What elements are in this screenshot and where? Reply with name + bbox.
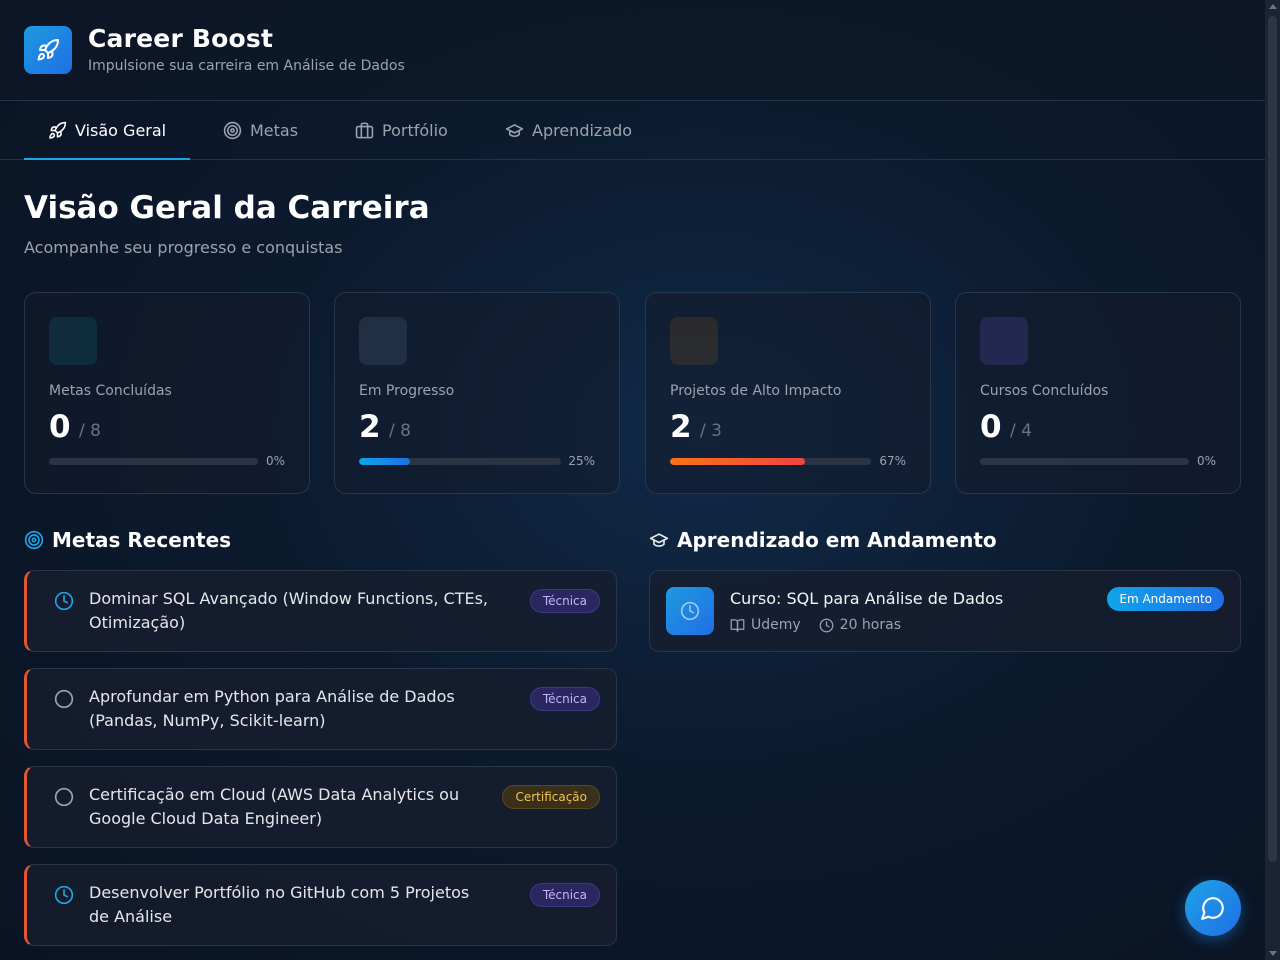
app-subtitle: Impulsione sua carreira em Análise de Da… <box>88 58 405 74</box>
stat-icon <box>359 317 407 365</box>
stat-percent: 25% <box>568 454 595 468</box>
goal-item[interactable]: Desenvolver Portfólio no GitHub com 5 Pr… <box>24 864 617 946</box>
tab-bar: Visão Geral Metas Portfólio Aprendizado <box>0 101 1265 160</box>
progress-bar <box>359 458 561 465</box>
stat-percent: 67% <box>879 454 906 468</box>
course-meta: Udemy 20 horas <box>730 617 901 633</box>
stat-total: / 8 <box>389 421 411 441</box>
goal-item[interactable]: Dominar SQL Avançado (Window Functions, … <box>24 570 617 652</box>
app-header: Career Boost Impulsione sua carreira em … <box>0 0 1265 101</box>
course-title: Curso: SQL para Análise de Dados <box>730 589 1004 608</box>
rocket-icon <box>49 121 67 139</box>
stat-card-metas-concluidas: Metas Concluídas 0 / 8 0% <box>24 292 310 494</box>
status-badge: Em Andamento <box>1107 587 1224 611</box>
clock-icon <box>666 587 714 635</box>
stat-label: Metas Concluídas <box>49 383 172 399</box>
tab-portfolio[interactable]: Portfólio <box>355 101 448 159</box>
progress-fill <box>670 458 805 465</box>
stat-label: Projetos de Alto Impacto <box>670 383 842 399</box>
stat-value: 0 <box>980 409 1002 445</box>
category-badge: Técnica <box>529 687 600 711</box>
tab-metas[interactable]: Metas <box>223 101 298 159</box>
progress-bar <box>670 458 871 465</box>
goal-text: Dominar SQL Avançado (Window Functions, … <box>89 589 489 632</box>
stat-total: / 3 <box>700 421 722 441</box>
chat-button[interactable] <box>1185 880 1241 936</box>
stat-icon <box>49 317 97 365</box>
scrollbar-thumb[interactable] <box>1268 16 1277 862</box>
stat-percent: 0% <box>1196 454 1216 468</box>
chat-bubble-icon <box>1201 897 1224 920</box>
stat-card-cursos-concluidos: Cursos Concluídos 0 / 4 0% <box>955 292 1241 494</box>
book-icon <box>730 618 745 632</box>
category-badge: Técnica <box>529 589 600 613</box>
section-title-aprendizado: Aprendizado em Andamento <box>649 528 997 552</box>
goal-item[interactable]: Aprofundar em Python para Análise de Dad… <box>24 668 617 750</box>
goal-text: Aprofundar em Python para Análise de Dad… <box>89 687 455 730</box>
stat-icon <box>670 317 718 365</box>
stat-label: Em Progresso <box>359 383 455 399</box>
tab-aprendizado[interactable]: Aprendizado <box>505 101 632 159</box>
tab-label: Visão Geral <box>75 120 167 140</box>
stat-total: / 4 <box>1010 421 1032 441</box>
stat-card-em-progresso: Em Progresso 2 / 8 25% <box>334 292 620 494</box>
clock-icon <box>54 885 74 905</box>
target-icon <box>24 530 44 550</box>
graduation-cap-icon <box>649 533 669 547</box>
scroll-up-arrow-icon[interactable] <box>1269 4 1277 9</box>
stat-card-projetos-alto-impacto: Projetos de Alto Impacto 2 / 3 67% <box>645 292 931 494</box>
goal-text: Certificação em Cloud (AWS Data Analytic… <box>89 785 460 828</box>
rocket-logo-icon <box>24 26 72 74</box>
stat-value: 2 <box>359 409 381 445</box>
scrollbar[interactable] <box>1265 0 1280 960</box>
goal-text: Desenvolver Portfólio no GitHub com 5 Pr… <box>89 883 470 926</box>
progress-bar <box>49 458 258 465</box>
stat-total: / 8 <box>79 421 101 441</box>
stat-icon <box>980 317 1028 365</box>
tab-visao-geral[interactable]: Visão Geral <box>24 101 191 160</box>
circle-icon <box>54 689 74 709</box>
page-subtitle: Acompanhe seu progresso e conquistas <box>24 238 343 257</box>
tab-label: Portfólio <box>382 120 448 140</box>
target-icon <box>223 121 242 139</box>
category-badge: Certificação <box>502 785 600 809</box>
tab-label: Aprendizado <box>532 120 633 140</box>
course-item[interactable]: Curso: SQL para Análise de Dados Udemy 2… <box>649 570 1241 652</box>
stat-percent: 0% <box>265 454 285 468</box>
briefcase-icon <box>355 122 374 138</box>
goal-item[interactable]: Certificação em Cloud (AWS Data Analytic… <box>24 766 617 848</box>
scroll-down-arrow-icon[interactable] <box>1269 951 1277 956</box>
course-platform: Udemy <box>751 617 801 633</box>
progress-bar <box>980 458 1189 465</box>
stat-value: 2 <box>670 409 692 445</box>
section-title-text: Metas Recentes <box>52 528 232 552</box>
section-title-text: Aprendizado em Andamento <box>677 528 997 552</box>
clock-icon <box>819 618 834 632</box>
section-title-metas-recentes: Metas Recentes <box>24 528 231 552</box>
progress-fill <box>359 458 410 465</box>
circle-icon <box>54 787 74 807</box>
category-badge: Técnica <box>529 883 600 907</box>
app-title: Career Boost <box>88 24 274 53</box>
page-title: Visão Geral da Carreira <box>24 190 430 226</box>
clock-icon <box>54 591 74 611</box>
stat-label: Cursos Concluídos <box>980 383 1109 399</box>
tab-label: Metas <box>250 120 299 140</box>
stat-value: 0 <box>49 409 71 445</box>
graduation-cap-icon <box>505 123 524 137</box>
course-duration: 20 horas <box>839 617 902 633</box>
